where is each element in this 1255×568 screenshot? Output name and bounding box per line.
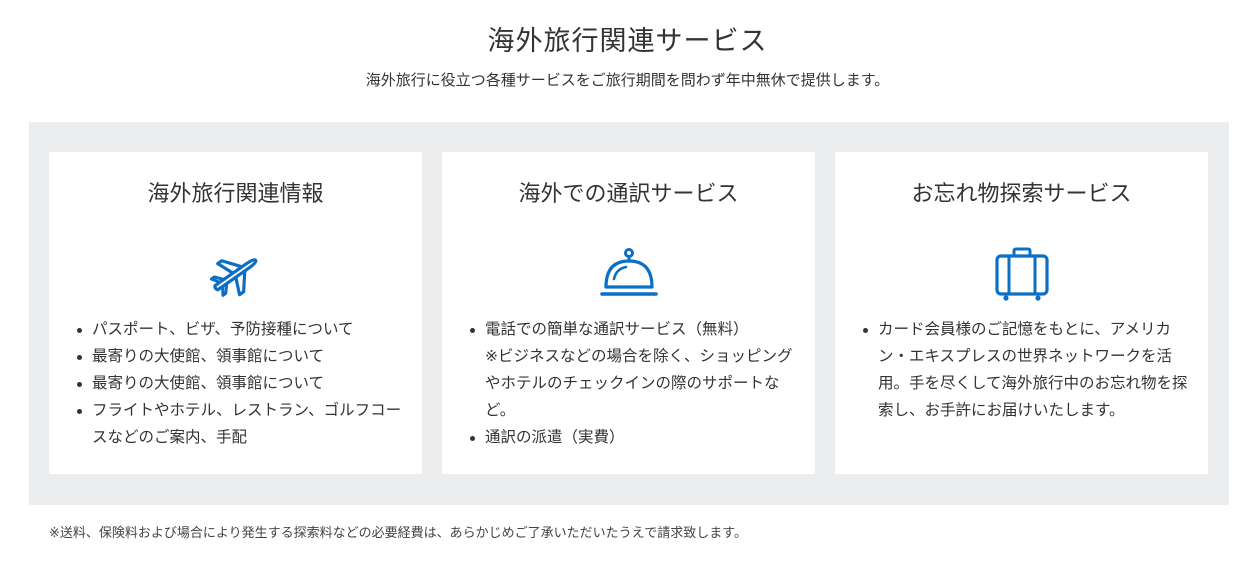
header: 海外旅行関連サービス 海外旅行に役立つ各種サービスをご旅行期間を問わず年中無休で… [0, 22, 1255, 92]
service-card-lost-item: お忘れ物探索サービス カード会員様のご記憶をもとに、アメリカン・エキスプレスの世… [835, 152, 1208, 474]
list-item: カード会員様のご記憶をもとに、アメリカン・エキスプレスの世界ネットワークを活用。… [860, 316, 1190, 424]
card-list: 電話での簡単な通訳サービス（無料） ※ビジネスなどの場合を除く、ショッピングやホ… [467, 316, 797, 451]
list-item: 最寄りの大使館、領事館について [74, 343, 404, 370]
footnote: ※送料、保険料および場合により発生する探索料などの必要経費は、あらかじめご了承い… [49, 526, 747, 541]
services-panel: 海外旅行関連情報 パスポート、ビザ、予防接種について 最寄りの大使館、領事館につ… [29, 122, 1229, 505]
card-list: パスポート、ビザ、予防接種について 最寄りの大使館、領事館について 最寄りの大使… [74, 316, 404, 451]
card-list: カード会員様のご記憶をもとに、アメリカン・エキスプレスの世界ネットワークを活用。… [860, 316, 1190, 424]
list-item: 最寄りの大使館、領事館について [74, 370, 404, 397]
service-card-interpretation: 海外での通訳サービス 電話での簡単な通訳サービス（無料） ※ビジネスなどの場合を… [442, 152, 815, 474]
suitcase-icon [992, 246, 1052, 302]
service-bell-icon [599, 246, 659, 302]
page-title: 海外旅行関連サービス [487, 26, 768, 57]
page: 海外旅行関連サービス 海外旅行に役立つ各種サービスをご旅行期間を問わず年中無休で… [0, 0, 1255, 568]
list-item: パスポート、ビザ、予防接種について [74, 316, 404, 343]
card-title: 海外での通訳サービス [518, 182, 739, 207]
list-item-note: ※ビジネスなどの場合を除く、ショッピングやホテルのチェックインの際のサポートなど… [485, 347, 793, 419]
list-item: 電話での簡単な通訳サービス（無料） ※ビジネスなどの場合を除く、ショッピングやホ… [467, 316, 797, 424]
service-card-travel-info: 海外旅行関連情報 パスポート、ビザ、予防接種について 最寄りの大使館、領事館につ… [49, 152, 422, 474]
page-subtitle: 海外旅行に役立つ各種サービスをご旅行期間を問わず年中無休で提供します。 [365, 71, 890, 89]
list-item-text: 電話での簡単な通訳サービス（無料） [485, 320, 749, 338]
airplane-icon [206, 246, 266, 302]
card-title: お忘れ物探索サービス [911, 182, 1132, 207]
list-item: 通訳の派遣（実費） [467, 424, 797, 451]
card-title: 海外旅行関連情報 [147, 182, 324, 207]
list-item: フライトやホテル、レストラン、ゴルフコースなどのご案内、手配 [74, 397, 404, 451]
